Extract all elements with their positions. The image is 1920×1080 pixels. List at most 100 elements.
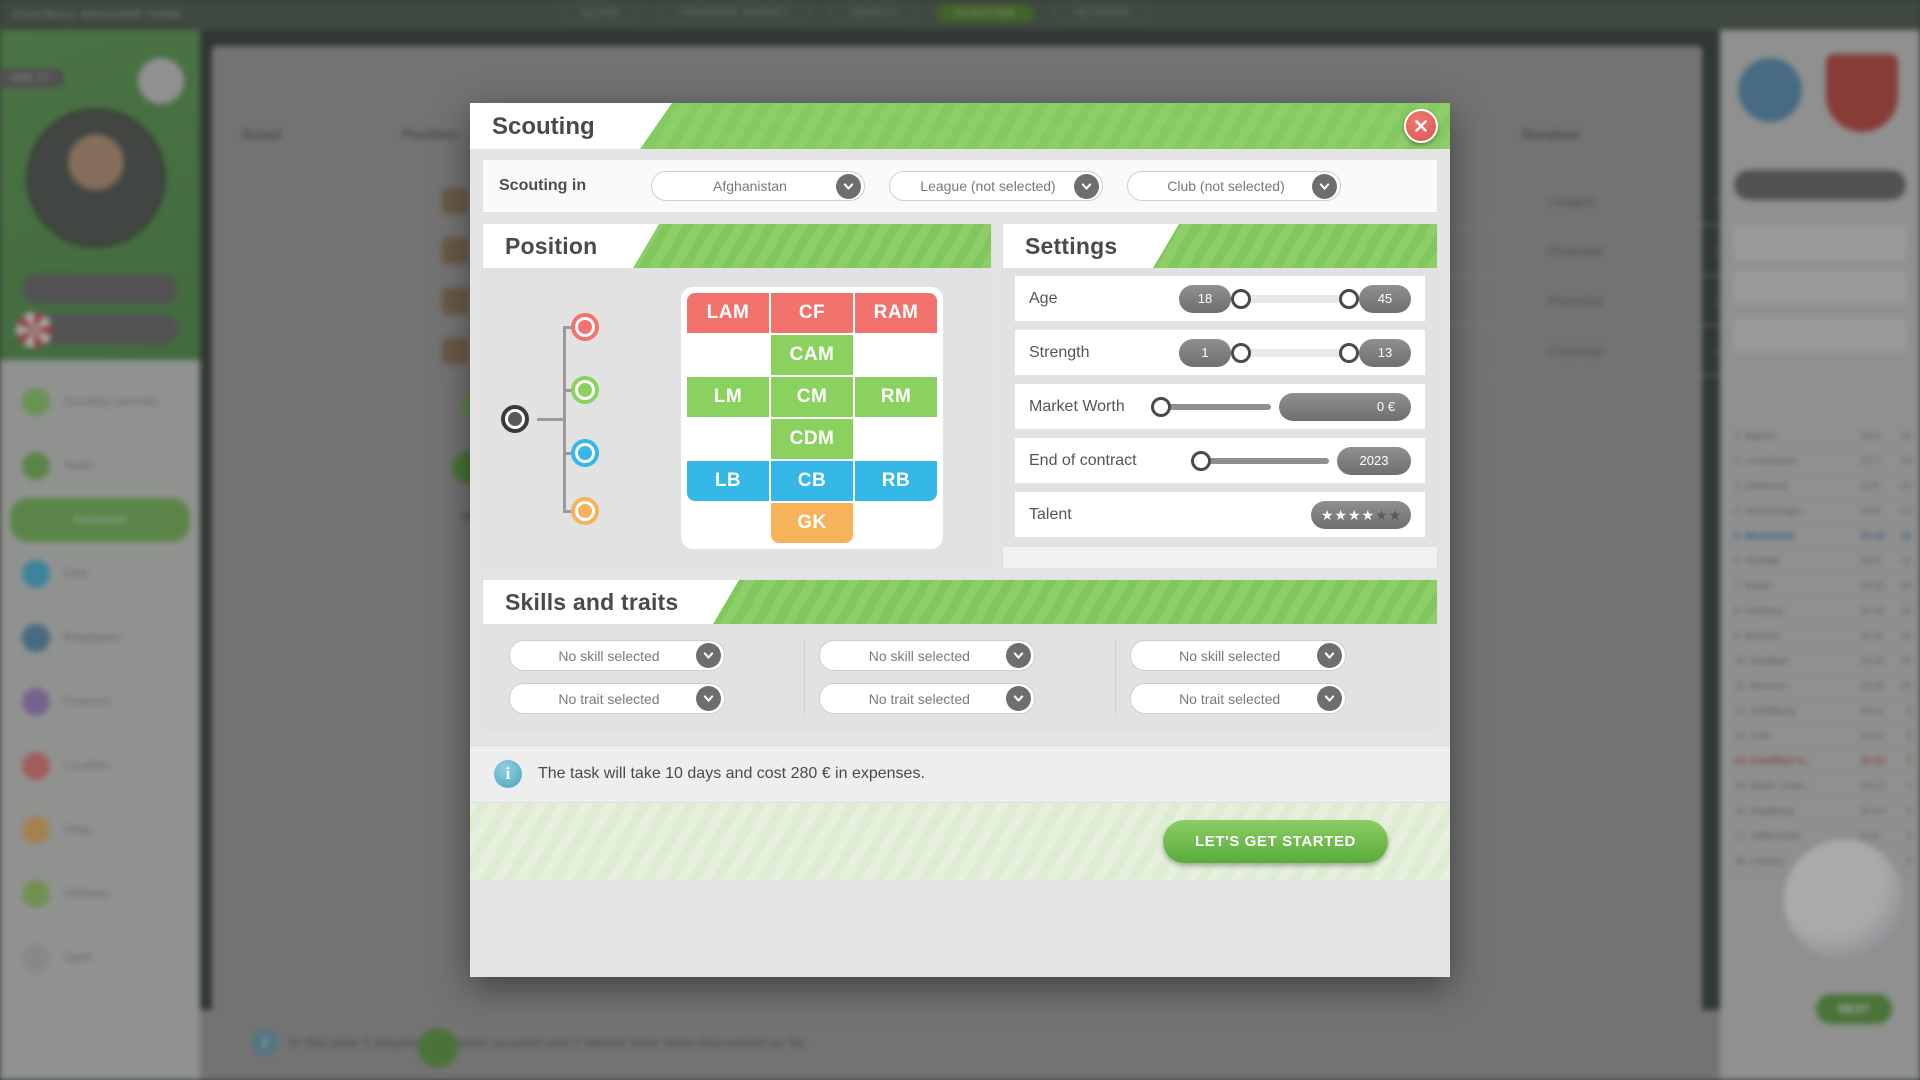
info-icon: i (494, 760, 522, 788)
skills-column: No skill selected No trait selected (495, 640, 804, 714)
strength-min-knob[interactable] (1231, 342, 1251, 363)
settings-title: Settings (1025, 232, 1118, 259)
dialog-footer: LET'S GET STARTED (470, 803, 1450, 880)
skills-title: Skills and traits (505, 588, 679, 615)
age-max-value: 45 (1359, 284, 1411, 313)
club-dropdown-value: Club (not selected) (1167, 178, 1285, 194)
position-card: Position LAM CF RAM CAM LM CM RM CDM LB … (482, 223, 992, 569)
skills-card: Skills and traits No skill selected No tr… (482, 579, 1438, 731)
dialog-header: Scouting (470, 103, 1450, 149)
chevron-down-icon (836, 174, 861, 199)
market-worth-slider[interactable] (1151, 396, 1271, 417)
lets-get-started-button[interactable]: LET'S GET STARTED (1163, 820, 1388, 863)
trait-dropdown-value: No trait selected (558, 690, 660, 707)
position-cell-lam[interactable]: LAM (687, 293, 769, 333)
skill-dropdown-1[interactable]: No skill selected (509, 640, 725, 671)
strength-label: Strength (1029, 343, 1090, 361)
skill-dropdown-2[interactable]: No skill selected (819, 640, 1036, 671)
position-cell-empty (855, 335, 937, 375)
position-cell-cb[interactable]: CB (771, 461, 853, 501)
position-cell-empty (687, 335, 769, 375)
star-icon[interactable]: ★ (1334, 508, 1347, 522)
country-dropdown-value: Afghanistan (713, 178, 787, 194)
end-of-contract-value: 2023 (1337, 446, 1411, 475)
chevron-down-icon (1006, 686, 1032, 711)
club-dropdown[interactable]: Club (not selected) (1127, 171, 1341, 201)
position-cell-lm[interactable]: LM (687, 377, 769, 417)
task-info-text: The task will take 10 days and cost 280 … (538, 765, 925, 782)
age-min-value: 18 (1179, 284, 1231, 313)
position-cell-cdm[interactable]: CDM (771, 419, 853, 459)
trait-dropdown-3[interactable]: No trait selected (1129, 683, 1346, 714)
position-cell-empty (687, 503, 769, 543)
market-worth-knob[interactable] (1151, 396, 1171, 417)
position-cell-rb[interactable]: RB (855, 461, 937, 501)
position-cell-empty (855, 419, 937, 459)
chevron-down-icon (1074, 174, 1099, 199)
setting-row-age: Age 18 45 (1015, 276, 1425, 321)
position-banner-stripe (633, 224, 991, 268)
skill-dropdown-value: No skill selected (558, 647, 660, 664)
setting-row-strength: Strength 1 13 (1015, 330, 1425, 375)
position-cell-rm[interactable]: RM (855, 377, 937, 417)
skills-column: No skill selected No trait selected (804, 640, 1114, 714)
position-node-all[interactable] (501, 405, 529, 433)
settings-banner: Settings (1003, 224, 1437, 268)
settings-body: Age 18 45 Strength 1 13 Market Worth 0 €… (1003, 268, 1437, 547)
position-node-keeper[interactable] (571, 497, 599, 525)
position-cell-cm[interactable]: CM (771, 377, 853, 417)
star-icon[interactable]: ★ (1375, 508, 1388, 522)
strength-range-slider[interactable] (1231, 342, 1359, 363)
position-node-defence[interactable] (571, 439, 599, 467)
position-cell-empty (687, 419, 769, 459)
chevron-down-icon (1312, 174, 1337, 199)
skills-column: No skill selected No trait selected (1114, 640, 1425, 714)
trait-dropdown-1[interactable]: No trait selected (509, 683, 725, 714)
scouting-in-row: Scouting in Afghanistan League (not sele… (482, 159, 1438, 213)
chevron-down-icon (1006, 643, 1032, 668)
league-dropdown[interactable]: League (not selected) (889, 171, 1103, 201)
position-group-selector (501, 288, 651, 548)
star-icon[interactable]: ★ (1389, 508, 1402, 522)
setting-row-end-of-contract: End of contract 2023 (1015, 438, 1425, 483)
skills-banner: Skills and traits (483, 580, 1437, 624)
chevron-down-icon (696, 686, 721, 711)
header-stripe (640, 103, 1450, 149)
talent-star-rating[interactable]: ★ ★ ★ ★ ★ ★ (1311, 500, 1411, 529)
star-icon[interactable]: ★ (1348, 508, 1361, 522)
settings-banner-stripe (1153, 224, 1437, 268)
position-cell-empty (855, 503, 937, 543)
end-of-contract-slider[interactable] (1191, 450, 1329, 471)
position-cell-gk[interactable]: GK (771, 503, 853, 543)
skills-body: No skill selected No trait selected No ski… (483, 624, 1437, 730)
position-grid: LAM CF RAM CAM LM CM RM CDM LB CB RB GK (681, 287, 943, 549)
age-range-slider[interactable] (1231, 288, 1359, 309)
skill-dropdown-3[interactable]: No skill selected (1129, 640, 1346, 671)
close-icon[interactable] (1404, 109, 1438, 143)
strength-max-knob[interactable] (1339, 342, 1359, 363)
position-banner: Position (483, 224, 991, 268)
age-max-knob[interactable] (1339, 288, 1359, 309)
position-cell-cf[interactable]: CF (771, 293, 853, 333)
setting-row-talent: Talent ★ ★ ★ ★ ★ ★ (1015, 492, 1425, 537)
setting-row-market-worth: Market Worth 0 € (1015, 384, 1425, 429)
settings-card: Settings Age 18 45 Strength 1 13 Market … (1002, 223, 1438, 569)
position-settings-row: Position LAM CF RAM CAM LM CM RM CDM LB … (482, 223, 1438, 569)
scouting-dialog: Scouting Scouting in Afghanistan League … (470, 103, 1450, 977)
position-cell-ram[interactable]: RAM (855, 293, 937, 333)
age-min-knob[interactable] (1231, 288, 1251, 309)
star-icon[interactable]: ★ (1321, 508, 1334, 522)
chevron-down-icon (1316, 686, 1342, 711)
trait-dropdown-2[interactable]: No trait selected (819, 683, 1036, 714)
country-dropdown[interactable]: Afghanistan (651, 171, 865, 201)
position-node-attack[interactable] (571, 313, 599, 341)
position-cell-lb[interactable]: LB (687, 461, 769, 501)
star-icon[interactable]: ★ (1362, 508, 1375, 522)
trait-dropdown-value: No trait selected (868, 690, 970, 707)
task-info-bar: i The task will take 10 days and cost 28… (470, 745, 1450, 803)
trait-dropdown-value: No trait selected (1179, 690, 1281, 707)
position-cell-cam[interactable]: CAM (771, 335, 853, 375)
end-of-contract-knob[interactable] (1191, 450, 1211, 471)
end-of-contract-label: End of contract (1029, 451, 1137, 469)
position-node-midfield[interactable] (571, 376, 599, 404)
